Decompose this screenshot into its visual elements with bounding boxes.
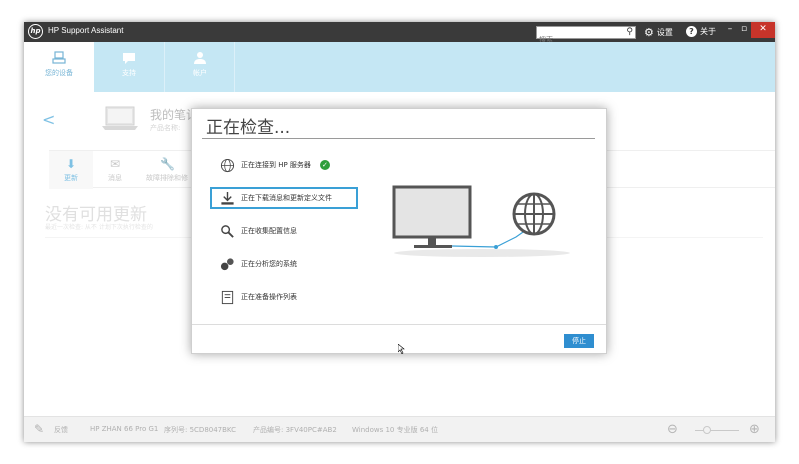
- search-box[interactable]: ⚲: [536, 26, 636, 46]
- mouse-cursor: [398, 344, 405, 354]
- hp-support-assistant-window: hp HP Support Assistant ⚲ ⚙ 设置 ? 关于 – ▫ …: [24, 22, 775, 442]
- dialog-title: 正在检查...: [206, 118, 291, 138]
- minimize-button[interactable]: –: [724, 22, 736, 38]
- settings-label: 设置: [656, 28, 673, 37]
- about-button[interactable]: ? 关于: [686, 26, 716, 37]
- stop-button[interactable]: 停止: [564, 334, 594, 348]
- computer-internet-illustration: [392, 185, 570, 257]
- help-icon: ?: [686, 26, 697, 37]
- step-label: 正在下载消息和更新定义文件: [241, 194, 332, 202]
- hp-logo: hp: [28, 24, 43, 39]
- device-model: HP ZHAN 66 Pro G1: [90, 425, 159, 433]
- step-analyze-system: 正在分析您的系统: [210, 253, 358, 275]
- zoom-out-icon[interactable]: ⊖: [667, 422, 678, 437]
- dialog-title-rule: [202, 138, 595, 139]
- step-label: 正在连接到 HP 服务器: [241, 161, 311, 169]
- zoom-in-icon[interactable]: ⊕: [749, 422, 760, 437]
- feedback-link[interactable]: 反馈: [54, 425, 68, 435]
- checkmark-icon: ✓: [319, 160, 330, 170]
- dialog-footer-divider: [192, 324, 606, 325]
- serial-number: 序列号: 5CD8047BKC: [164, 426, 237, 434]
- checking-dialog: 正在检查... 正在连接到 HP 服务器 ✓ 正在下载消息和更新定义文件 正在收…: [191, 108, 607, 354]
- search-icon[interactable]: ⚲: [626, 27, 633, 37]
- status-bar: ✎ 反馈 HP ZHAN 66 Pro G1 序列号: 5CD8047BKC 产…: [24, 416, 775, 442]
- product-number: 产品编号: 3FV40PC#AB2: [253, 426, 337, 434]
- title-bar: hp HP Support Assistant ⚲ ⚙ 设置 ? 关于 – ▫ …: [24, 22, 775, 46]
- step-connect-server: 正在连接到 HP 服务器 ✓: [210, 154, 358, 176]
- step-label: 正在分析您的系统: [241, 260, 297, 268]
- step-label: 正在收集配置信息: [241, 227, 297, 235]
- maximize-button[interactable]: ▫: [738, 22, 750, 38]
- step-prepare-actions: 正在准备操作列表: [210, 286, 358, 308]
- magnifier-icon: [221, 224, 234, 238]
- document-icon: [221, 290, 234, 304]
- gear-icon: ⚙: [644, 26, 654, 39]
- globe-icon: [220, 158, 235, 172]
- download-icon: [221, 191, 234, 205]
- feedback-icon[interactable]: ✎: [34, 422, 44, 436]
- os-version: Windows 10 专业版 64 位: [352, 426, 438, 434]
- settings-button[interactable]: ⚙ 设置: [644, 26, 673, 39]
- gears-icon: [220, 257, 234, 270]
- step-collect-config: 正在收集配置信息: [210, 220, 358, 242]
- close-button[interactable]: ✕: [751, 22, 775, 38]
- about-label: 关于: [700, 27, 716, 36]
- app-title: HP Support Assistant: [48, 26, 124, 35]
- zoom-slider-track[interactable]: [695, 430, 739, 431]
- step-label: 正在准备操作列表: [241, 293, 297, 301]
- zoom-slider-handle[interactable]: [703, 426, 711, 434]
- step-download-messages: 正在下载消息和更新定义文件: [210, 187, 358, 209]
